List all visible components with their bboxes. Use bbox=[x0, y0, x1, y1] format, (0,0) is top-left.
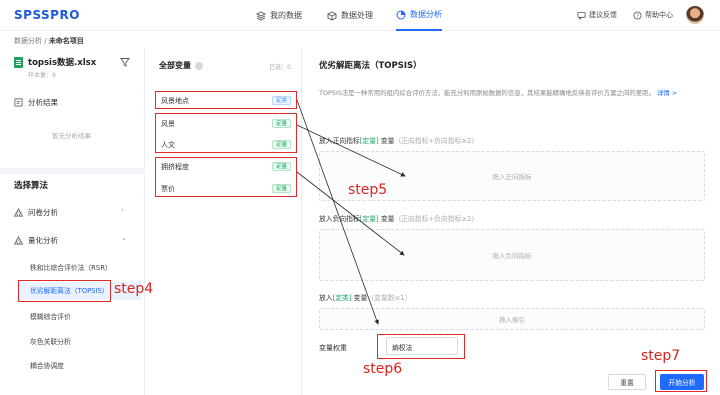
variable-weight-select[interactable]: 熵权法 bbox=[386, 337, 458, 355]
index-dropzone[interactable]: 拖入索引 bbox=[319, 308, 705, 330]
method-title: 优劣解距离法（TOPSIS） bbox=[319, 61, 422, 71]
detail-link[interactable]: 详情 > bbox=[657, 89, 677, 97]
variable-name: 风景地点 bbox=[161, 96, 189, 105]
feedback-label: 建议反馈 bbox=[589, 11, 617, 19]
index-label-type: [定类] bbox=[332, 294, 352, 302]
group-quantitative-label: 量化分析 bbox=[28, 236, 58, 245]
group-quantitative-analysis[interactable]: 量化分析 bbox=[14, 235, 58, 246]
variable-type-tag: 定量 bbox=[271, 162, 291, 171]
variable-item[interactable]: 人文 定量 bbox=[157, 137, 295, 152]
step4-label: step4 bbox=[114, 281, 154, 297]
nav-data-processing-label: 数据处理 bbox=[341, 11, 373, 20]
excel-file-icon bbox=[14, 56, 23, 68]
file-name: topsis数据.xlsx bbox=[28, 58, 97, 68]
variable-type-tag: 定量 bbox=[271, 140, 291, 149]
positive-label-hint: （正向指标+负向指标≥2） bbox=[394, 137, 479, 145]
help-center-link[interactable]: ? 帮助中心 bbox=[633, 10, 673, 20]
feedback-link[interactable]: 建议反馈 bbox=[577, 10, 617, 20]
variable-name: 风景 bbox=[161, 119, 175, 128]
group-questionnaire-analysis[interactable]: 问卷分析 bbox=[14, 207, 58, 218]
negative-label-hint: （正向指标+负向指标≥2） bbox=[394, 215, 479, 223]
nav-data-processing[interactable]: 数据处理 bbox=[327, 0, 373, 31]
start-analysis-button[interactable]: 开始分析 bbox=[660, 374, 704, 390]
index-label-hint: （变量数≤1） bbox=[367, 294, 412, 302]
pie-chart-icon bbox=[396, 10, 406, 19]
main-panel: 优劣解距离法（TOPSIS） TOPSIS法是一种常用的组内综合评价方法，能充分… bbox=[303, 48, 720, 395]
nav-my-data[interactable]: 我的数据 bbox=[256, 0, 302, 31]
negative-label-prefix: 放入负向指标 bbox=[319, 215, 360, 223]
selected-count: 已选：0 bbox=[269, 64, 291, 71]
positive-indicator-label: 放入正向指标[定量] 变量（正向指标+负向指标≥2） bbox=[319, 135, 478, 145]
help-circle-icon: ? bbox=[633, 10, 642, 20]
variable-weight-label: 变量权重 bbox=[319, 344, 347, 352]
svg-text:?: ? bbox=[636, 13, 639, 19]
info-icon[interactable] bbox=[195, 61, 203, 70]
negative-indicator-label: 放入负向指标[定量] 变量（正向指标+负向指标≥2） bbox=[319, 213, 478, 223]
negative-indicator-dropzone[interactable]: 拖入负向指标 bbox=[319, 229, 705, 281]
variable-name: 拥挤程度 bbox=[161, 162, 189, 171]
group-questionnaire-label: 问卷分析 bbox=[28, 208, 58, 217]
step5-label: step5 bbox=[348, 182, 388, 198]
chevron-right-icon[interactable]: › bbox=[121, 206, 124, 214]
variable-name: 票价 bbox=[161, 184, 175, 193]
method-description: TOPSIS法是一种常用的组内综合评价方法，能充分利用原始数据的信息，其结果能精… bbox=[319, 88, 704, 98]
breadcrumb-root[interactable]: 数据分析 bbox=[14, 37, 42, 45]
variables-panel: 全部变量 已选：0 风景地点 定类 风景 定量 人文 定量 拥挤程度 定量 票价… bbox=[145, 48, 302, 395]
analysis-results-header[interactable]: 分析结果 bbox=[14, 97, 58, 108]
variable-item[interactable]: 风景 定量 bbox=[157, 116, 295, 131]
variable-item[interactable]: 票价 定量 bbox=[157, 181, 295, 196]
all-variables-label: 全部变量 bbox=[159, 61, 191, 70]
select-algorithm-title: 选择算法 bbox=[14, 181, 49, 191]
nav-my-data-label: 我的数据 bbox=[270, 11, 302, 20]
index-label-suffix: 变量 bbox=[351, 294, 368, 302]
reset-button[interactable]: 重置 bbox=[608, 374, 646, 390]
file-meta: 样本量：9 bbox=[28, 72, 56, 79]
variable-item[interactable]: 拥挤程度 定量 bbox=[157, 159, 295, 174]
cube-icon bbox=[327, 10, 337, 21]
index-label-prefix: 放入 bbox=[319, 294, 333, 302]
step7-label: step7 bbox=[641, 348, 681, 364]
index-variable-label: 放入[定类] 变量（变量数≤1） bbox=[319, 292, 411, 302]
triangle-cluster-icon bbox=[14, 236, 23, 245]
breadcrumb-current: 未命名项目 bbox=[48, 37, 84, 45]
left-sidebar: topsis数据.xlsx 样本量：9 分析结果 暂无分析结果 选择算法 问卷分… bbox=[0, 48, 145, 395]
breadcrumb-separator: / bbox=[42, 37, 49, 45]
results-icon bbox=[14, 98, 23, 107]
variable-type-tag: 定类 bbox=[271, 96, 291, 105]
algo-item-fuzzy[interactable]: 模糊综合评价 bbox=[30, 311, 71, 321]
results-empty-text: 暂无分析结果 bbox=[52, 132, 91, 140]
filter-icon[interactable] bbox=[120, 57, 130, 67]
all-variables-title: 全部变量 bbox=[159, 60, 203, 71]
negative-label-suffix: 变量 bbox=[378, 215, 395, 223]
help-center-label: 帮助中心 bbox=[645, 11, 673, 19]
layers-icon bbox=[256, 10, 266, 21]
algo-item-grey-relational[interactable]: 灰色关联分析 bbox=[30, 336, 71, 346]
sidebar-divider bbox=[0, 168, 145, 174]
app-logo[interactable]: SPSSPRO bbox=[14, 8, 80, 22]
step6-label: step6 bbox=[363, 361, 403, 377]
variable-name: 人文 bbox=[161, 140, 175, 149]
positive-label-type: [定量] bbox=[359, 137, 379, 145]
negative-label-type: [定量] bbox=[359, 215, 379, 223]
chevron-down-icon[interactable]: ⌄ bbox=[121, 234, 127, 242]
variable-item[interactable]: 风景地点 定类 bbox=[157, 93, 295, 108]
algo-item-coupling[interactable]: 耦合协调度 bbox=[30, 360, 64, 370]
positive-label-prefix: 放入正向指标 bbox=[319, 137, 360, 145]
comment-icon bbox=[577, 11, 586, 20]
variable-type-tag: 定量 bbox=[271, 119, 291, 128]
user-avatar[interactable] bbox=[686, 6, 704, 24]
top-bar: SPSSPRO 我的数据 数据处理 数据分析 建议反馈 ? 帮助中心 bbox=[0, 0, 720, 31]
method-description-text: TOPSIS法是一种常用的组内综合评价方法，能充分利用原始数据的信息，其结果能精… bbox=[319, 89, 655, 97]
analysis-results-label: 分析结果 bbox=[28, 98, 58, 107]
file-name-row[interactable]: topsis数据.xlsx bbox=[14, 56, 96, 68]
breadcrumb: 数据分析 / 未命名项目 bbox=[14, 36, 84, 46]
nav-data-analysis-label: 数据分析 bbox=[410, 10, 442, 19]
positive-label-suffix: 变量 bbox=[378, 137, 395, 145]
triangle-cluster-icon bbox=[14, 208, 23, 217]
algo-item-rsr[interactable]: 秩和比综合评价法（RSR） bbox=[30, 262, 112, 272]
nav-data-analysis[interactable]: 数据分析 bbox=[396, 0, 442, 31]
variable-type-tag: 定量 bbox=[271, 184, 291, 193]
